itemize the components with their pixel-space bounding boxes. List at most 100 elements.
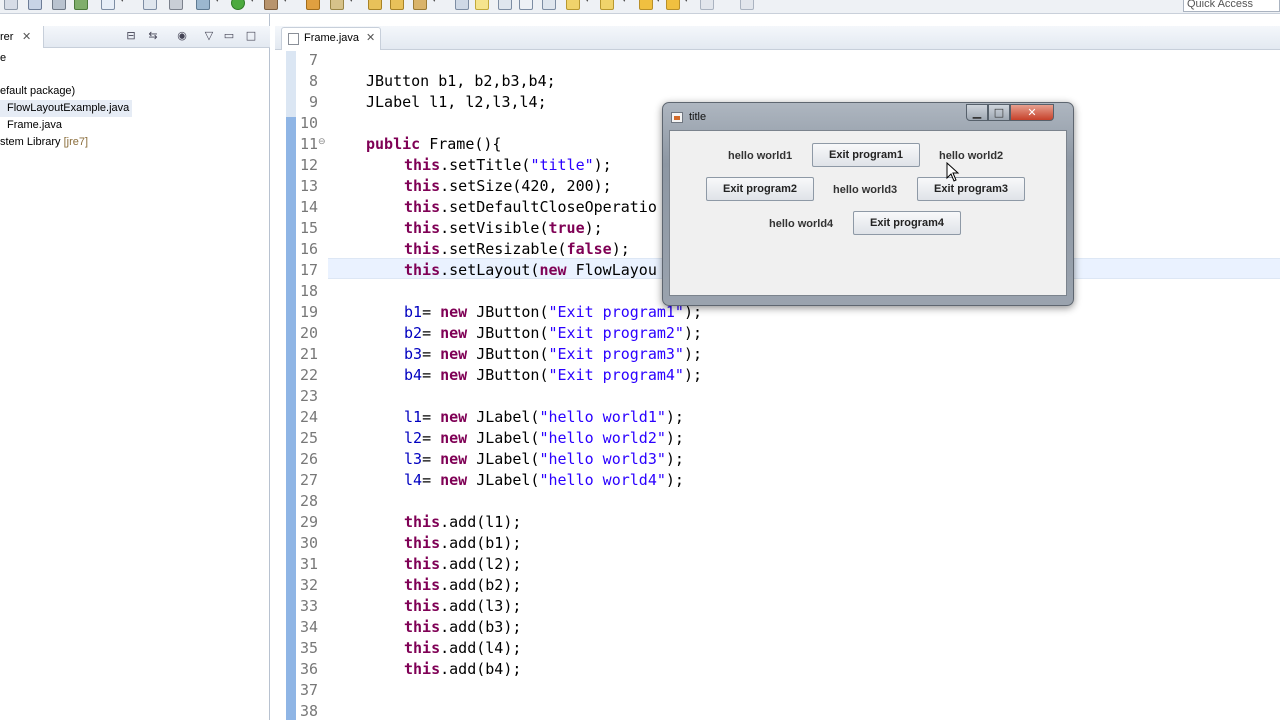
minimize-icon[interactable]: ▭ [223,30,235,42]
code-line-19[interactable]: b1= new JButton("Exit program1"); [404,302,702,323]
line-number: 25 [299,429,318,447]
tree-item-frame[interactable]: Frame.java [0,117,62,134]
close-icon[interactable]: ✕ [22,26,31,48]
new-icon[interactable] [4,0,18,10]
swing-frame-window: title ▁ □ ✕ hello world1 Exit program1 h… [662,102,1074,306]
minimize-button[interactable]: ▁ [966,104,988,121]
code-text: = [422,471,441,489]
fold-icon[interactable]: ⊖ [318,137,326,147]
code-line-9[interactable]: JLabel l1, l2,l3,l4; [366,92,547,113]
code-line-21[interactable]: b3= new JButton("Exit program3"); [404,344,702,365]
refresh-icon[interactable] [143,0,157,10]
forward-dropdown-icon[interactable]: ▾ [684,0,689,5]
run-icon[interactable] [231,0,245,10]
search-dropdown-icon[interactable]: ▾ [432,0,437,5]
link-editor-icon[interactable]: ⇆ [147,30,159,42]
code-line-13[interactable]: this.setSize(420, 200); [404,176,612,197]
new-package-dropdown-icon[interactable]: ▾ [349,0,354,5]
maximize-icon[interactable]: □ [245,30,257,42]
code-line-30[interactable]: this.add(b1); [404,533,521,554]
line-number: 37 [299,681,318,699]
code-line-31[interactable]: this.add(l2); [404,554,521,575]
next-dropdown-icon[interactable]: ▾ [622,0,627,5]
code-line-29[interactable]: this.add(l1); [404,512,521,533]
code-text: = [422,366,441,384]
collapse-all-icon[interactable]: ⊟ [125,30,137,42]
code-text: FlowLayou [566,261,657,279]
check-icon[interactable] [101,0,115,10]
next-annotation-icon[interactable] [600,0,614,10]
search-icon[interactable] [413,0,427,10]
code-line-20[interactable]: b2= new JButton("Exit program2"); [404,323,702,344]
code-line-16[interactable]: this.setResizable(false); [404,239,630,260]
toggle-mark-icon[interactable] [455,0,469,10]
field-name: l2 [404,429,423,447]
close-button[interactable]: ✕ [1010,104,1054,121]
check-dropdown-icon[interactable]: ▾ [120,0,125,5]
back-icon[interactable] [639,0,653,10]
maximize-button[interactable]: □ [988,104,1010,121]
wrench-icon[interactable] [169,0,183,10]
save-icon[interactable] [28,0,42,10]
highlight-icon[interactable] [475,0,489,10]
debug-icon[interactable] [196,0,210,10]
last-edit-icon[interactable] [700,0,714,10]
close-icon[interactable]: ✕ [366,28,375,49]
tab-package-explorer[interactable]: rer ✕ [0,26,44,48]
code-line-35[interactable]: this.add(l4); [404,638,521,659]
debug-dropdown-icon[interactable]: ▾ [215,0,220,5]
forward-icon[interactable] [666,0,680,10]
code-text: ); [503,513,522,531]
pin-icon[interactable] [542,0,556,10]
code-text: = [422,345,441,363]
pin-editor-icon[interactable] [740,0,754,10]
external-dropdown-icon[interactable]: ▾ [283,0,288,5]
keyword: this [404,576,441,594]
code-line-27[interactable]: l4= new JLabel("hello world4"); [404,470,684,491]
open-type-icon[interactable] [390,0,404,10]
tree-item-system-library[interactable]: stem Library [jre7] [0,134,88,151]
code-line-34[interactable]: this.add(b3); [404,617,521,638]
external-tools-icon[interactable] [264,0,278,10]
tree-item-flowlayoutexample[interactable]: FlowLayoutExample.java [0,100,132,117]
open-folder-icon[interactable] [368,0,382,10]
view-menu-icon[interactable]: ▽ [203,30,215,42]
code-line-17[interactable]: this.setLayout(new FlowLayou [404,260,657,281]
code-line-15[interactable]: this.setVisible(true); [404,218,603,239]
block-selection-icon[interactable] [498,0,512,10]
print-icon[interactable] [52,0,66,10]
tree-item-label: e [0,52,7,64]
back-dropdown-icon[interactable]: ▾ [656,0,661,5]
exit-program1-button[interactable]: Exit program1 [812,143,920,167]
tree-item-project[interactable]: e [0,50,6,67]
tree-item-label: Frame.java [7,119,63,131]
build-icon[interactable] [74,0,88,10]
code-line-26[interactable]: l3= new JLabel("hello world3"); [404,449,684,470]
code-line-12[interactable]: this.setTitle("title"); [404,155,612,176]
show-whitespace-icon[interactable] [519,0,533,10]
code-line-32[interactable]: this.add(b2); [404,575,521,596]
quick-access-input[interactable]: Quick Access [1183,0,1280,12]
code-line-8[interactable]: JButton b1, b2,b3,b4; [366,71,556,92]
tree-item-default-package[interactable]: efault package) [0,83,75,100]
code-line-25[interactable]: l2= new JLabel("hello world2"); [404,428,684,449]
new-class-icon[interactable] [306,0,320,10]
code-line-22[interactable]: b4= new JButton("Exit program4"); [404,365,702,386]
new-package-icon[interactable] [330,0,344,10]
code-text: JButton( [467,324,549,342]
run-dropdown-icon[interactable]: ▾ [250,0,255,5]
focus-icon[interactable]: ◉ [176,30,188,42]
code-line-11[interactable]: public Frame(){ [366,134,501,155]
tab-frame-java[interactable]: Frame.java ✕ [281,27,381,50]
exit-program4-button[interactable]: Exit program4 [853,211,961,235]
code-line-33[interactable]: this.add(l3); [404,596,521,617]
annotation-dropdown-icon[interactable]: ▾ [585,0,590,5]
mouse-cursor-icon [946,162,960,182]
code-line-14[interactable]: this.setDefaultCloseOperatio [404,197,657,218]
exit-program3-button[interactable]: Exit program3 [917,177,1025,201]
code-line-36[interactable]: this.add(b4); [404,659,521,680]
keyword: this [404,156,441,174]
exit-program2-button[interactable]: Exit program2 [706,177,814,201]
annotation-icon[interactable] [566,0,580,10]
code-line-24[interactable]: l1= new JLabel("hello world1"); [404,407,684,428]
